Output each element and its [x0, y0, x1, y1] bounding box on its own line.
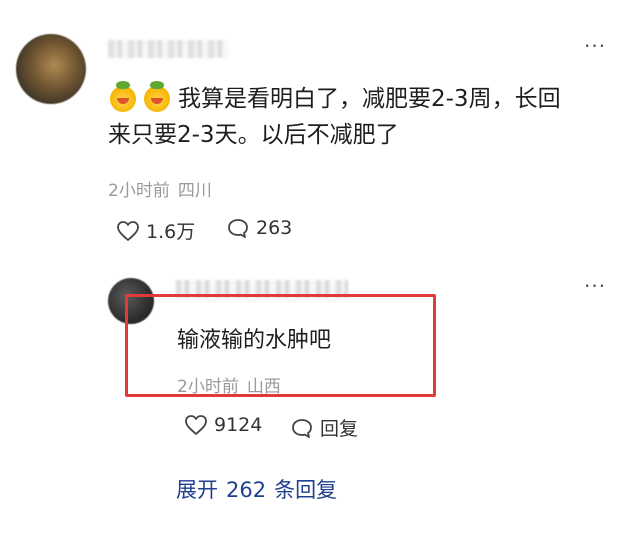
heart-icon: [185, 415, 207, 435]
comment-time: 2小时前: [108, 181, 170, 201]
comment-button[interactable]: 263: [226, 217, 292, 239]
comment-bubble-icon: [292, 418, 312, 438]
comment-bubble-icon: [228, 219, 248, 238]
reply-meta: 2小时前 山西: [177, 372, 281, 397]
comment-text-line-1: 我算是看明白了，减肥要2-3周，长回: [178, 86, 561, 112]
comment-text-line-2: 来只要2-3天。以后不减肥了: [108, 122, 399, 148]
reply-button-label: 回复: [320, 418, 359, 440]
reply-text: 输液输的水肿吧: [177, 328, 332, 353]
reply-location: 山西: [246, 377, 281, 397]
comment-meta: 2小时前 四川: [108, 176, 212, 201]
avatar[interactable]: [16, 34, 86, 104]
more-options-icon[interactable]: ···: [584, 276, 606, 296]
expand-suffix: 条回复: [274, 478, 338, 502]
melon-emoji-icon: [144, 81, 170, 112]
expand-prefix: 展开: [176, 478, 218, 502]
like-count: 1.6万: [146, 221, 196, 243]
like-button[interactable]: 1.6万: [116, 217, 195, 244]
expand-replies-link[interactable]: 展开 262 条回复: [176, 474, 345, 504]
username-blurred[interactable]: [108, 40, 228, 58]
reply-like-button[interactable]: 9124: [184, 414, 262, 436]
expand-count: 262: [226, 478, 267, 502]
more-options-icon[interactable]: ···: [584, 36, 606, 56]
heart-icon: [117, 220, 139, 241]
reply-count: 263: [256, 217, 293, 239]
reply-time: 2小时前: [177, 377, 239, 397]
reply-button[interactable]: 回复: [290, 414, 358, 441]
melon-emoji-icon: [110, 81, 136, 112]
comment-location: 四川: [177, 181, 212, 201]
reply-like-count: 9124: [214, 414, 263, 436]
